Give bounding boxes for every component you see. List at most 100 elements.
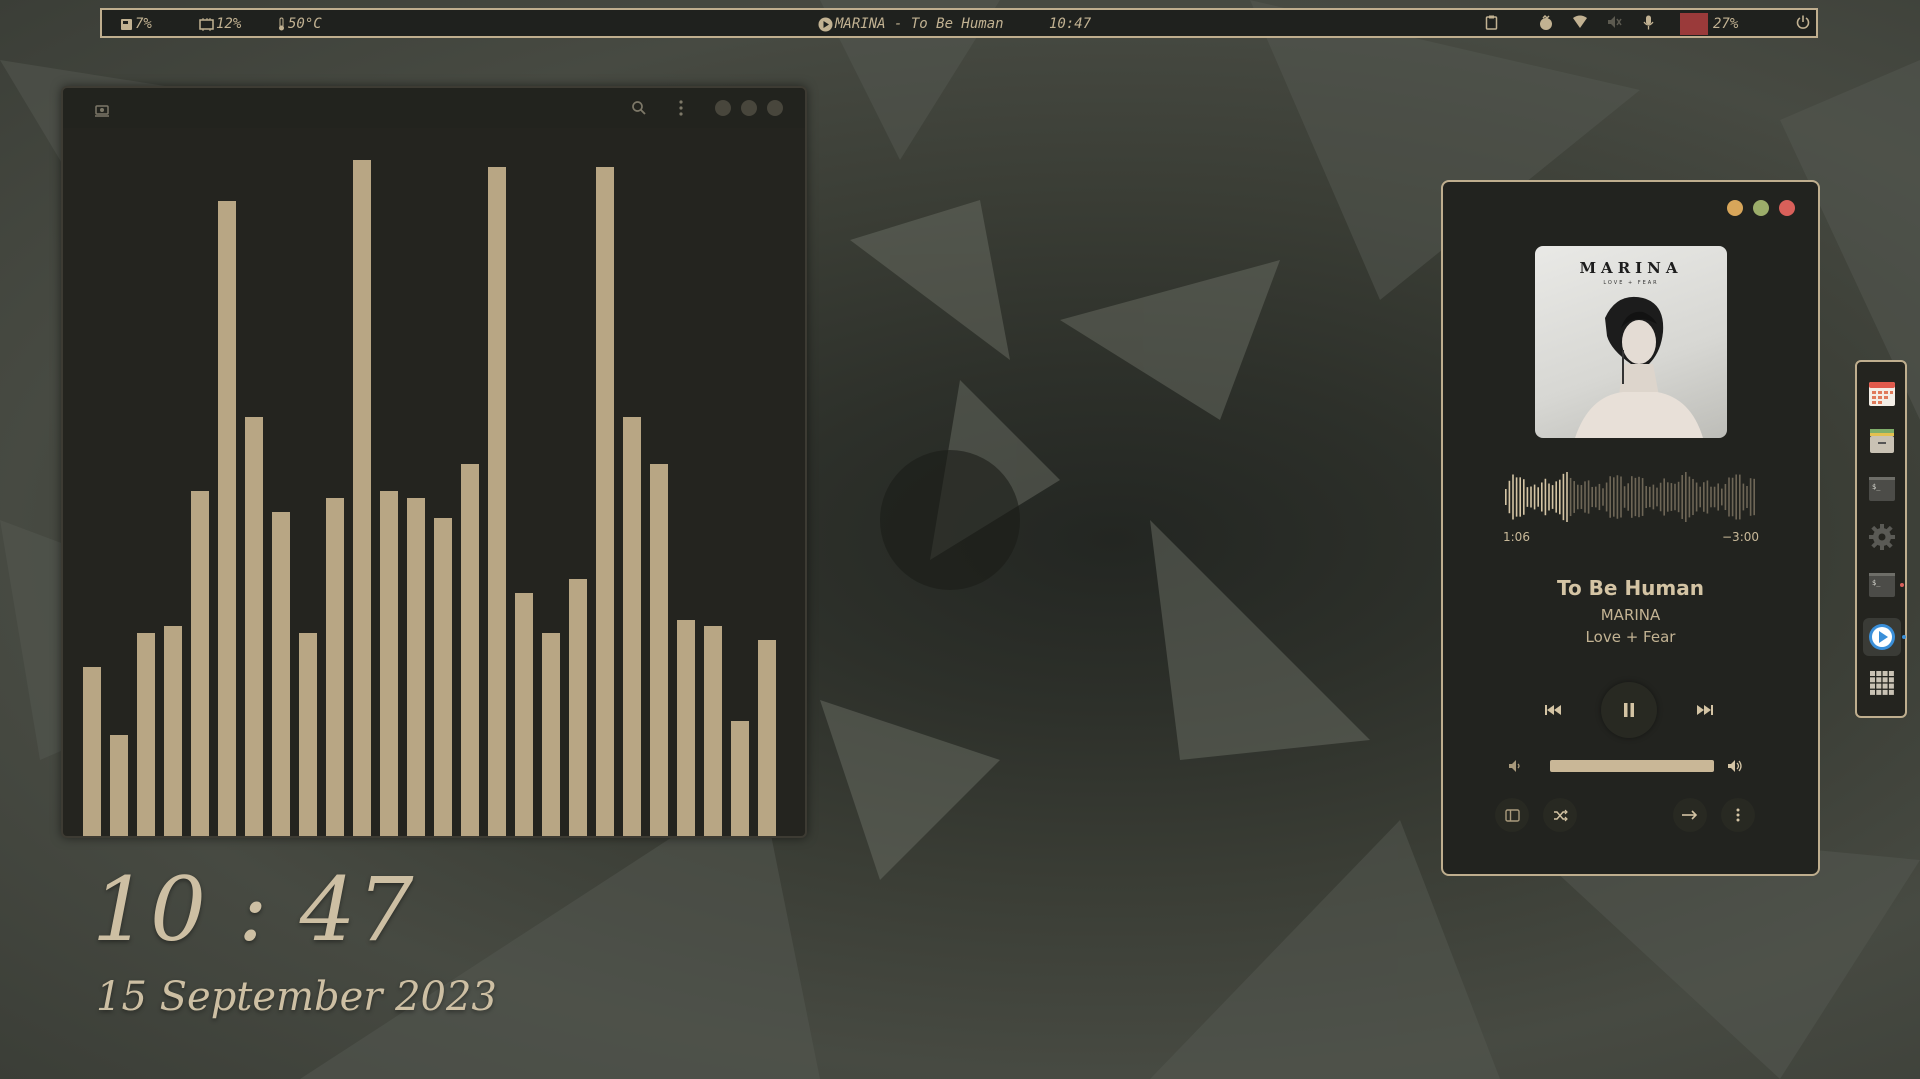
dock-terminal-2[interactable]: $_: [1867, 570, 1897, 600]
waveform-bar: [1548, 483, 1550, 511]
shuffle-button[interactable]: [1543, 798, 1577, 832]
waveform-bar: [1710, 486, 1712, 508]
visualizer-bar: [677, 620, 695, 836]
waveform-bar: [1721, 488, 1723, 506]
topbar-clock[interactable]: 10:47: [1049, 15, 1091, 33]
dock-terminal[interactable]: $_: [1867, 474, 1897, 504]
repeat-button[interactable]: [1673, 798, 1707, 832]
waveform-bar: [1515, 477, 1518, 517]
waveform-bar: [1623, 486, 1626, 508]
close-button[interactable]: [1779, 200, 1795, 216]
elapsed-time: 1:06: [1503, 530, 1530, 544]
waveform-bar: [1699, 486, 1701, 508]
microphone-icon[interactable]: [1643, 15, 1654, 33]
dock-app-grid[interactable]: [1867, 668, 1897, 698]
clipboard-icon[interactable]: [1485, 15, 1498, 33]
waveform-bar: [1667, 482, 1669, 512]
waveform-bar: [1559, 479, 1561, 515]
waveform-bar: [1609, 476, 1611, 518]
waveform-bar: [1728, 477, 1730, 517]
cpu-icon: [199, 17, 214, 31]
sidebar-toggle-button[interactable]: [1495, 798, 1529, 832]
pointer-icon[interactable]: [1538, 14, 1554, 33]
waveform-bar: [1544, 478, 1547, 516]
volume-slider[interactable]: [1550, 760, 1714, 772]
waveform-bar: [1706, 480, 1709, 514]
app-dock: $_ $_: [1855, 360, 1907, 718]
visualizer-bar: [569, 579, 587, 836]
waveform-bar: [1685, 472, 1687, 522]
waveform-bar: [1505, 489, 1507, 505]
waveform-bar: [1713, 486, 1716, 508]
visualizer-bar: [137, 633, 155, 836]
waveform-bar: [1634, 477, 1637, 517]
dock-settings[interactable]: [1867, 522, 1897, 552]
pause-icon: [1624, 703, 1634, 717]
top-panel: 7% 12% 50°C MARINA - To Be Human 10:47 2…: [100, 8, 1818, 38]
waveform-bar: [1688, 476, 1691, 518]
arrow-right-icon: [1682, 810, 1698, 820]
waveform-bar: [1602, 488, 1604, 506]
speaker-muted-icon[interactable]: [1607, 15, 1622, 33]
waveform-bar: [1681, 475, 1683, 519]
dock-files[interactable]: [1867, 426, 1897, 456]
player-menu-button[interactable]: [1721, 798, 1755, 832]
maximize-button[interactable]: [1753, 200, 1769, 216]
waveform-bar: [1656, 487, 1658, 507]
waveform-bar: [1746, 485, 1748, 509]
next-track-button[interactable]: [1687, 692, 1723, 728]
waveform-bar: [1649, 486, 1651, 508]
visualizer-bar: [488, 167, 506, 836]
visualizer-bar: [596, 167, 614, 836]
skip-previous-icon: [1545, 705, 1561, 715]
audio-visualizer-window: [61, 86, 807, 838]
waveform-bar: [1605, 482, 1608, 512]
waveform-bar: [1573, 481, 1575, 513]
waveform-bar: [1724, 483, 1727, 511]
skip-next-icon: [1697, 705, 1713, 715]
disk-icon: [121, 18, 132, 30]
visualizer-bar: [650, 464, 668, 836]
thermometer-icon: [279, 17, 284, 31]
temperature-text: 50°C: [288, 16, 322, 32]
svg-text:$_: $_: [1872, 483, 1881, 491]
waveform-bar: [1670, 483, 1673, 511]
cpu-usage-text: 12%: [216, 16, 242, 32]
progress-waveform[interactable]: [1503, 472, 1763, 522]
music-player-icon: [1869, 624, 1895, 650]
visualizer-bars: [63, 88, 805, 836]
waveform-bar: [1616, 475, 1619, 519]
now-playing-indicator[interactable]: MARINA - To Be Human: [818, 15, 1004, 33]
cpu-indicator[interactable]: 12%: [199, 15, 241, 33]
volume-down-icon[interactable]: [1505, 756, 1525, 776]
power-icon[interactable]: [1796, 15, 1810, 33]
visualizer-bar: [110, 735, 128, 836]
dock-music-player[interactable]: [1863, 618, 1901, 656]
visualizer-bar: [164, 626, 182, 836]
waveform-bar: [1533, 484, 1536, 510]
battery-text[interactable]: 27%: [1713, 15, 1738, 33]
waveform-bar: [1627, 483, 1629, 511]
minimize-button[interactable]: [1727, 200, 1743, 216]
waveform-bar: [1739, 474, 1741, 520]
music-player-window: MARINA LOVE + FEAR 1:06 −3:00 To Be Huma…: [1441, 180, 1820, 876]
disk-indicator[interactable]: 7%: [120, 15, 152, 33]
waveform-bar: [1731, 477, 1734, 517]
visualizer-bar: [623, 417, 641, 836]
visualizer-bar: [542, 633, 560, 836]
dock-calendar[interactable]: [1867, 378, 1897, 408]
waveform-bar: [1577, 484, 1579, 510]
volume-up-icon[interactable]: [1725, 756, 1745, 776]
waveform-bar: [1537, 487, 1539, 507]
temperature-indicator[interactable]: 50°C: [277, 15, 322, 33]
wifi-icon[interactable]: [1572, 15, 1588, 33]
waveform-bar: [1620, 476, 1622, 518]
play-pause-button[interactable]: [1601, 682, 1657, 738]
waveform-bar: [1631, 476, 1633, 518]
track-album: Love + Fear: [1585, 628, 1676, 646]
shuffle-icon: [1553, 809, 1568, 821]
waveform-bar: [1526, 487, 1529, 507]
files-icon: [1870, 429, 1894, 453]
previous-track-button[interactable]: [1535, 692, 1571, 728]
visualizer-bar: [704, 626, 722, 836]
